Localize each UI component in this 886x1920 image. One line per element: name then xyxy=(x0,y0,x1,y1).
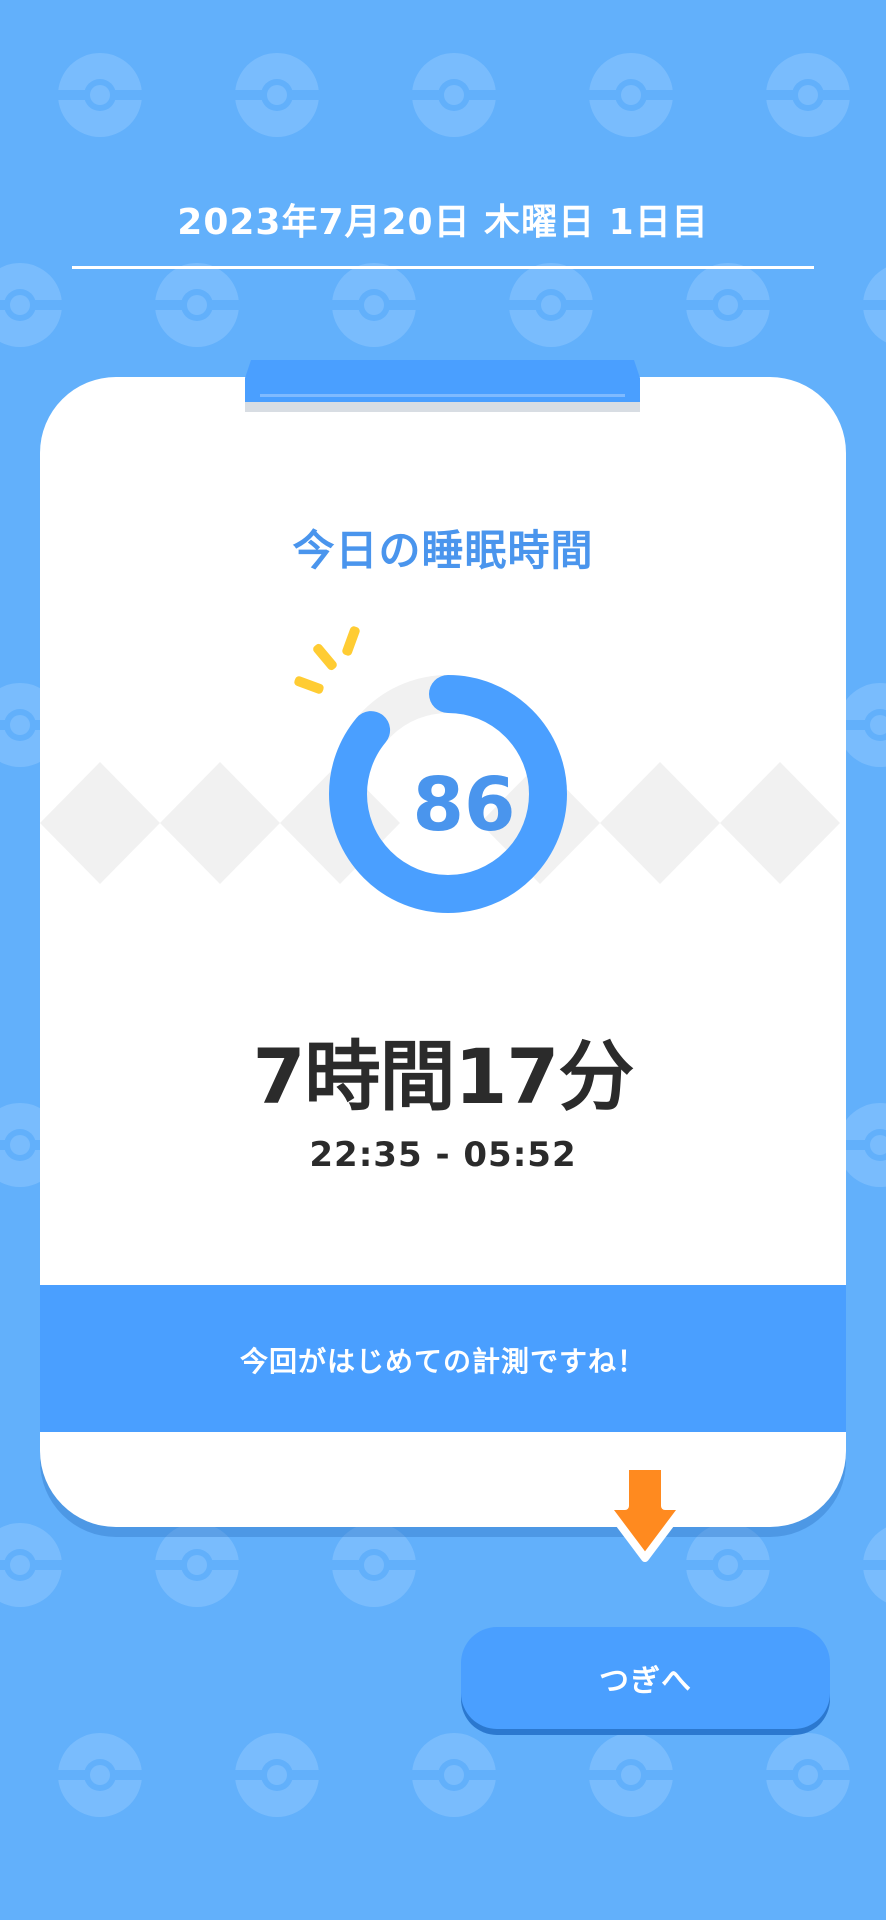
date-header: 2023年7月20日 木曜日 1日目 xyxy=(177,202,709,243)
sleep-score: 86 xyxy=(412,762,516,848)
header-divider xyxy=(72,266,814,269)
next-button[interactable]: つぎへ xyxy=(461,1627,830,1729)
first-measurement-message: 今回がはじめての計測ですね！ xyxy=(239,1345,646,1378)
sleep-duration: 7時間17分 xyxy=(252,1032,635,1121)
card-clip-tab xyxy=(245,360,640,412)
sleep-time-range: 22:35 - 05:52 xyxy=(309,1135,577,1175)
next-button-label: つぎへ xyxy=(599,1664,692,1699)
sleep-result-card: 今日の睡眠時間 86 7時間17分 22:35 - 05:52 今回がはじめての… xyxy=(40,377,846,1527)
arrow-down-icon xyxy=(602,1462,688,1562)
card-title: 今日の睡眠時間 xyxy=(292,526,594,575)
sparkle-icon xyxy=(294,626,360,694)
message-banner: 今回がはじめての計測ですね！ xyxy=(40,1285,846,1432)
